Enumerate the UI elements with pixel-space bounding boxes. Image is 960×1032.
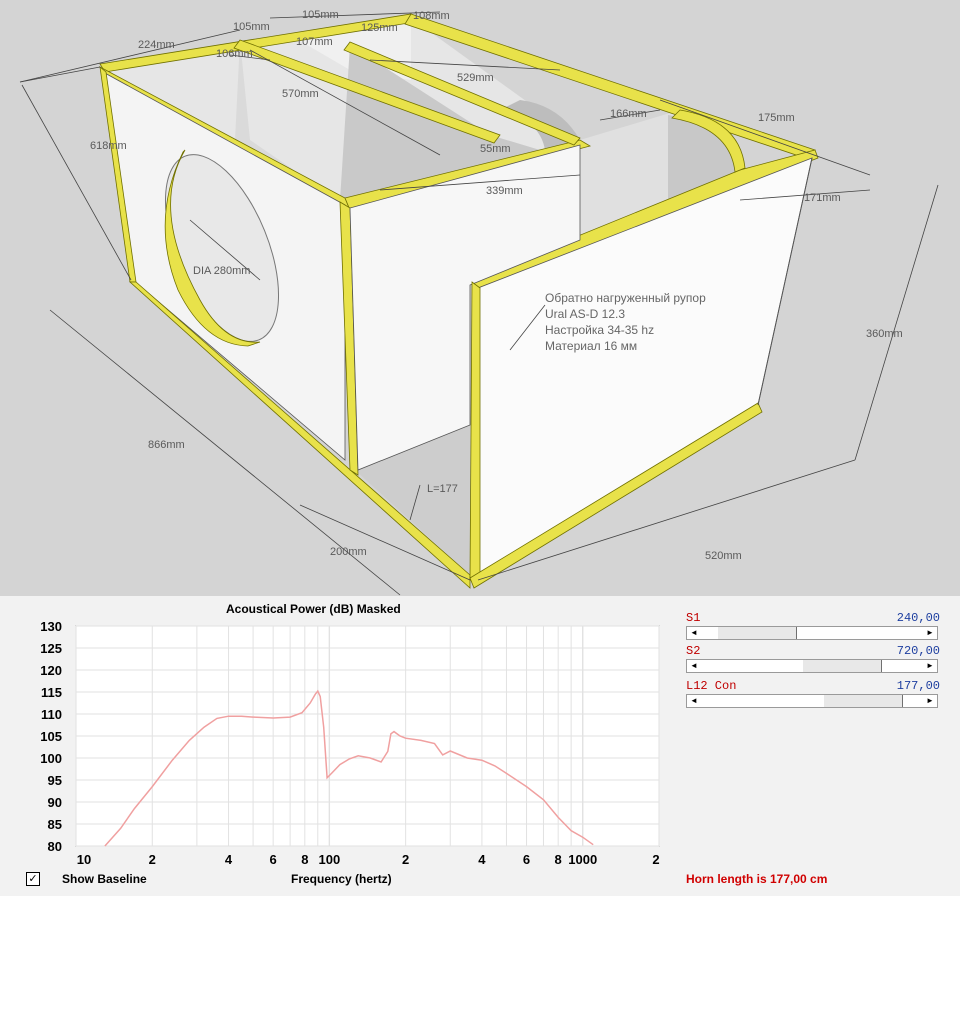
y-tick-label: 105: [40, 729, 62, 744]
slider-s1-value: 240,00: [896, 611, 940, 625]
slider-s2-name: S2: [686, 644, 701, 658]
dim-55: 55mm: [480, 143, 511, 155]
y-tick-label: 115: [41, 685, 62, 700]
dim-106: 106mm: [216, 48, 253, 60]
x-tick-label: 1000: [568, 852, 597, 867]
note-line-1: Обратно нагруженный рупор: [545, 291, 706, 305]
show-baseline-control[interactable]: ✓ Show Baseline: [26, 872, 147, 886]
dim-224: 224mm: [138, 39, 175, 51]
x-tick-label: 4: [225, 852, 233, 867]
dim-125: 125mm: [361, 22, 398, 34]
x-tick-label: 2: [652, 852, 659, 867]
y-tick-label: 100: [40, 751, 62, 766]
y-axis-ticks: 130 125 120 115 110 105 100 95 90 85 80: [40, 619, 62, 854]
dim-339: 339mm: [486, 185, 523, 197]
note-line-2: Ural AS-D 12.3: [545, 307, 625, 321]
slider-s2-thumb[interactable]: [801, 660, 882, 672]
show-baseline-checkbox[interactable]: ✓: [26, 872, 40, 886]
slider-s1-thumb[interactable]: [716, 627, 797, 639]
y-tick-label: 125: [40, 641, 62, 656]
x-tick-label: 10: [77, 852, 91, 867]
cad-drawing-panel: 224mm 105mm 105mm 125mm 108mm 106mm 107m…: [0, 0, 960, 596]
slider-s1-name: S1: [686, 611, 701, 625]
x-tick-label: 6: [270, 852, 277, 867]
y-tick-label: 130: [40, 619, 62, 634]
slider-l12-thumb[interactable]: [823, 695, 904, 707]
slider-s1[interactable]: ◄ ►: [686, 626, 938, 640]
acoustical-power-chart: 130 125 120 115 110 105 100 95 90 85 80 10 2 4 6 8 100 2…: [40, 619, 660, 867]
x-tick-label: 2: [402, 852, 409, 867]
slider-s1-left-arrow[interactable]: ◄: [687, 627, 701, 639]
dim-866: 866mm: [148, 439, 185, 451]
x-tick-label: 100: [319, 852, 341, 867]
slider-l12[interactable]: ◄ ►: [686, 694, 938, 708]
x-tick-label: 6: [523, 852, 530, 867]
note-line-3: Настройка 34-35 hz: [545, 323, 654, 337]
y-tick-label: 80: [48, 839, 62, 854]
slider-l12-name: L12 Con: [686, 679, 737, 693]
dim-105b: 105mm: [302, 9, 339, 21]
dim-166: 166mm: [610, 108, 647, 120]
dim-dia: DIA 280mm: [193, 265, 250, 277]
x-axis-ticks: 10 2 4 6 8 100 2 4 6 8 1000 2: [77, 852, 660, 867]
note-line-4: Материал 16 мм: [545, 339, 637, 353]
dim-107: 107mm: [296, 36, 333, 48]
slider-s1-right-arrow[interactable]: ►: [923, 627, 937, 639]
y-tick-label: 85: [48, 817, 62, 832]
dim-570: 570mm: [282, 88, 319, 100]
x-tick-label: 2: [149, 852, 156, 867]
slider-l12-right-arrow[interactable]: ►: [923, 695, 937, 707]
hornresp-panel: Acoustical Power (dB) Masked 130 125 120 11…: [0, 596, 960, 896]
dim-l177: L=177: [427, 483, 458, 495]
dim-171: 171mm: [804, 192, 841, 204]
dim-200: 200mm: [330, 546, 367, 558]
x-tick-label: 8: [555, 852, 562, 867]
dim-108: 108mm: [413, 10, 450, 22]
dim-105: 105mm: [233, 21, 270, 33]
show-baseline-label: Show Baseline: [62, 872, 147, 886]
dim-175: 175mm: [758, 112, 795, 124]
horn-length-readout: Horn length is 177,00 cm: [686, 872, 828, 886]
y-tick-label: 120: [40, 663, 62, 678]
subwoofer-box-drawing: 224mm 105mm 105mm 125mm 108mm 106mm 107m…: [19, 9, 939, 596]
x-tick-label: 4: [478, 852, 486, 867]
dim-520: 520mm: [705, 550, 742, 562]
y-tick-label: 95: [48, 773, 62, 788]
x-axis-label: Frequency (hertz): [291, 872, 392, 886]
slider-s2-value: 720,00: [896, 644, 940, 658]
x-tick-label: 8: [301, 852, 308, 867]
slider-l12-value: 177,00: [896, 679, 940, 693]
slider-l12-left-arrow[interactable]: ◄: [687, 695, 701, 707]
y-tick-label: 110: [41, 707, 62, 722]
slider-s2[interactable]: ◄ ►: [686, 659, 938, 673]
front-right-edge: [469, 281, 481, 581]
dim-360: 360mm: [866, 328, 903, 340]
dim-618: 618mm: [90, 140, 127, 152]
slider-s2-right-arrow[interactable]: ►: [923, 660, 937, 672]
slider-s2-left-arrow[interactable]: ◄: [687, 660, 701, 672]
y-tick-label: 90: [48, 795, 62, 810]
dim-529: 529mm: [457, 72, 494, 84]
